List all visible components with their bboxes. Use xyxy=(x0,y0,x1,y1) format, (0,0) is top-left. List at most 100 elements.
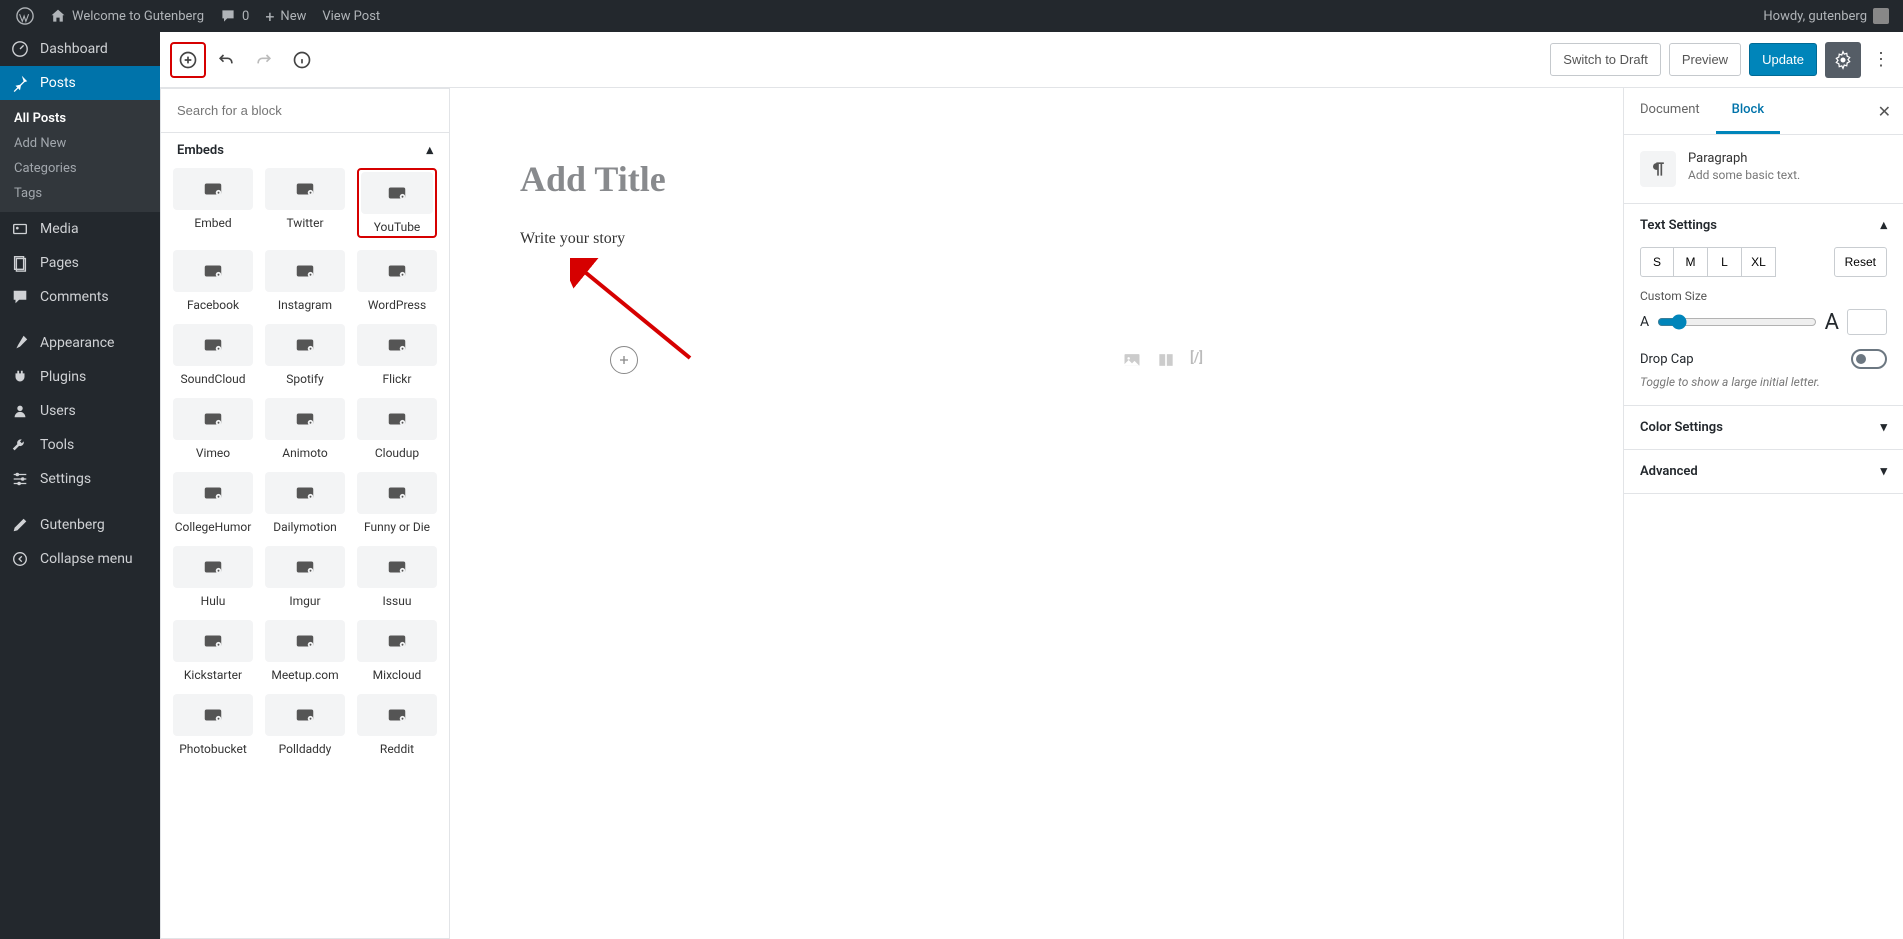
block-item-instagram[interactable]: Instagram xyxy=(265,250,345,312)
embed-icon xyxy=(357,620,437,662)
block-item-meetup-com[interactable]: Meetup.com xyxy=(265,620,345,682)
block-item-animoto[interactable]: Animoto xyxy=(265,398,345,460)
text-settings-head[interactable]: Text Settings ▴ xyxy=(1624,204,1903,247)
columns-icon[interactable] xyxy=(1156,350,1176,370)
nav-users[interactable]: Users xyxy=(0,394,160,428)
block-label: SoundCloud xyxy=(173,372,253,386)
nav-comments[interactable]: Comments xyxy=(0,280,160,314)
block-item-cloudup[interactable]: Cloudup xyxy=(357,398,437,460)
nav-posts[interactable]: Posts xyxy=(0,66,160,100)
wp-logo[interactable] xyxy=(8,0,42,32)
block-item-polldaddy[interactable]: Polldaddy xyxy=(265,694,345,756)
sub-categories[interactable]: Categories xyxy=(0,156,160,181)
nav-media[interactable]: Media xyxy=(0,212,160,246)
new-link[interactable]: + New xyxy=(257,0,314,32)
switch-to-draft-button[interactable]: Switch to Draft xyxy=(1550,43,1661,76)
comments-link[interactable]: 0 xyxy=(212,0,257,32)
nav-tools[interactable]: Tools xyxy=(0,428,160,462)
block-item-wordpress[interactable]: WordPress xyxy=(357,250,437,312)
block-item-funny-or-die[interactable]: Funny or Die xyxy=(357,472,437,534)
font-size-slider[interactable] xyxy=(1657,314,1817,330)
reset-size-button[interactable]: Reset xyxy=(1834,247,1887,277)
block-label: Vimeo xyxy=(173,446,253,460)
font-size-input[interactable] xyxy=(1847,309,1887,335)
image-icon[interactable] xyxy=(1122,350,1142,370)
nav-settings[interactable]: Settings xyxy=(0,462,160,496)
block-item-mixcloud[interactable]: Mixcloud xyxy=(357,620,437,682)
new-label: New xyxy=(280,9,306,24)
collapse-icon xyxy=(10,550,30,568)
block-label: Funny or Die xyxy=(357,520,437,534)
color-settings-head[interactable]: Color Settings ▾ xyxy=(1624,406,1903,449)
embed-icon xyxy=(357,250,437,292)
preview-button[interactable]: Preview xyxy=(1669,43,1741,76)
dashboard-icon xyxy=(10,40,30,58)
block-item-vimeo[interactable]: Vimeo xyxy=(173,398,253,460)
block-item-collegehumor[interactable]: CollegeHumor xyxy=(173,472,253,534)
block-search-input[interactable] xyxy=(161,89,449,133)
add-block-button[interactable] xyxy=(170,42,206,78)
block-item-hulu[interactable]: Hulu xyxy=(173,546,253,608)
howdy-text[interactable]: Howdy, gutenberg xyxy=(1763,9,1867,24)
sub-add-new[interactable]: Add New xyxy=(0,131,160,156)
admin-sidebar: Dashboard Posts All Posts Add New Catego… xyxy=(0,32,160,939)
nav-pages[interactable]: Pages xyxy=(0,246,160,280)
embed-icon xyxy=(265,250,345,292)
nav-plugins[interactable]: Plugins xyxy=(0,360,160,394)
block-label: Photobucket xyxy=(173,742,253,756)
inserter-section-embeds[interactable]: Embeds ▴ xyxy=(173,133,437,168)
embed-icon xyxy=(357,546,437,588)
close-inspector-button[interactable]: ✕ xyxy=(1866,102,1903,121)
block-label: Imgur xyxy=(265,594,345,608)
sub-all-posts[interactable]: All Posts xyxy=(0,106,160,131)
shortcode-icon[interactable]: [/] xyxy=(1190,350,1203,370)
size-l[interactable]: L xyxy=(1708,247,1742,277)
block-item-dailymotion[interactable]: Dailymotion xyxy=(265,472,345,534)
block-item-embed[interactable]: Embed xyxy=(173,168,253,238)
view-post-label: View Post xyxy=(322,9,380,24)
block-item-spotify[interactable]: Spotify xyxy=(265,324,345,386)
block-item-twitter[interactable]: Twitter xyxy=(265,168,345,238)
size-s[interactable]: S xyxy=(1640,247,1674,277)
add-block-inline-button[interactable] xyxy=(610,346,638,374)
plug-icon xyxy=(10,368,30,386)
block-item-facebook[interactable]: Facebook xyxy=(173,250,253,312)
nav-appearance[interactable]: Appearance xyxy=(0,326,160,360)
sub-tags[interactable]: Tags xyxy=(0,181,160,206)
block-label: Twitter xyxy=(265,216,345,230)
block-item-imgur[interactable]: Imgur xyxy=(265,546,345,608)
redo-button[interactable] xyxy=(246,42,282,78)
block-item-kickstarter[interactable]: Kickstarter xyxy=(173,620,253,682)
block-item-flickr[interactable]: Flickr xyxy=(357,324,437,386)
more-menu-button[interactable]: ⋮ xyxy=(1869,42,1893,78)
block-item-soundcloud[interactable]: SoundCloud xyxy=(173,324,253,386)
nav-gutenberg[interactable]: Gutenberg xyxy=(0,508,160,542)
drop-cap-toggle[interactable] xyxy=(1851,349,1887,369)
tab-document[interactable]: Document xyxy=(1624,88,1716,134)
block-item-photobucket[interactable]: Photobucket xyxy=(173,694,253,756)
embed-icon xyxy=(173,694,253,736)
block-item-youtube[interactable]: YouTube xyxy=(357,168,437,238)
block-description: Add some basic text. xyxy=(1688,168,1800,182)
view-post-link[interactable]: View Post xyxy=(314,0,388,32)
update-button[interactable]: Update xyxy=(1749,43,1817,76)
block-item-reddit[interactable]: Reddit xyxy=(357,694,437,756)
tab-block[interactable]: Block xyxy=(1716,88,1780,134)
block-item-issuu[interactable]: Issuu xyxy=(357,546,437,608)
info-button[interactable] xyxy=(284,42,320,78)
nav-dashboard[interactable]: Dashboard xyxy=(0,32,160,66)
site-name-text: Welcome to Gutenberg xyxy=(72,9,204,24)
avatar[interactable] xyxy=(1873,8,1889,24)
embed-icon xyxy=(173,472,253,514)
settings-toggle-button[interactable] xyxy=(1825,42,1861,78)
size-xl[interactable]: XL xyxy=(1742,247,1776,277)
block-label: YouTube xyxy=(361,220,433,234)
post-title-input[interactable]: Add Title xyxy=(520,158,1623,200)
nav-collapse[interactable]: Collapse menu xyxy=(0,542,160,576)
advanced-head[interactable]: Advanced ▾ xyxy=(1624,450,1903,493)
undo-button[interactable] xyxy=(208,42,244,78)
size-m[interactable]: M xyxy=(1674,247,1708,277)
site-name[interactable]: Welcome to Gutenberg xyxy=(42,0,212,32)
post-body-placeholder[interactable]: Write your story xyxy=(520,230,1563,248)
media-icon xyxy=(10,220,30,238)
